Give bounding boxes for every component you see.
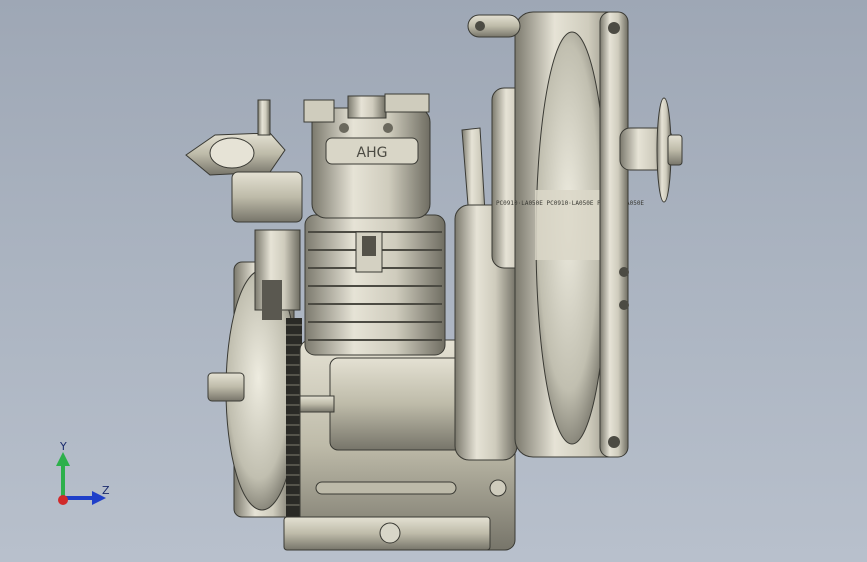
belt-drive-assembly[interactable]: PC0910·LA050E PC0910·LA050E PC0910·LA050…	[496, 11, 644, 458]
y-axis-label: Y	[60, 440, 67, 453]
cylinder-block[interactable]	[304, 214, 446, 356]
z-axis-label: Z	[102, 484, 110, 497]
engine-model[interactable]: AHG PC0910·LA050E PC0910·LA050E PC0910·L…	[0, 0, 867, 562]
y-axis-arrowhead	[56, 452, 70, 466]
head-engraving: AHG	[357, 145, 388, 161]
3d-viewport[interactable]: AHG PC0910·LA050E PC0910·LA050E PC0910·L…	[0, 0, 867, 562]
x-axis-dot	[58, 495, 68, 505]
output-pulley[interactable]	[619, 97, 683, 203]
cylinder-head[interactable]: AHG	[303, 93, 431, 219]
coordinate-triad: Y Z	[50, 440, 120, 510]
lifting-bracket[interactable]	[467, 14, 521, 38]
